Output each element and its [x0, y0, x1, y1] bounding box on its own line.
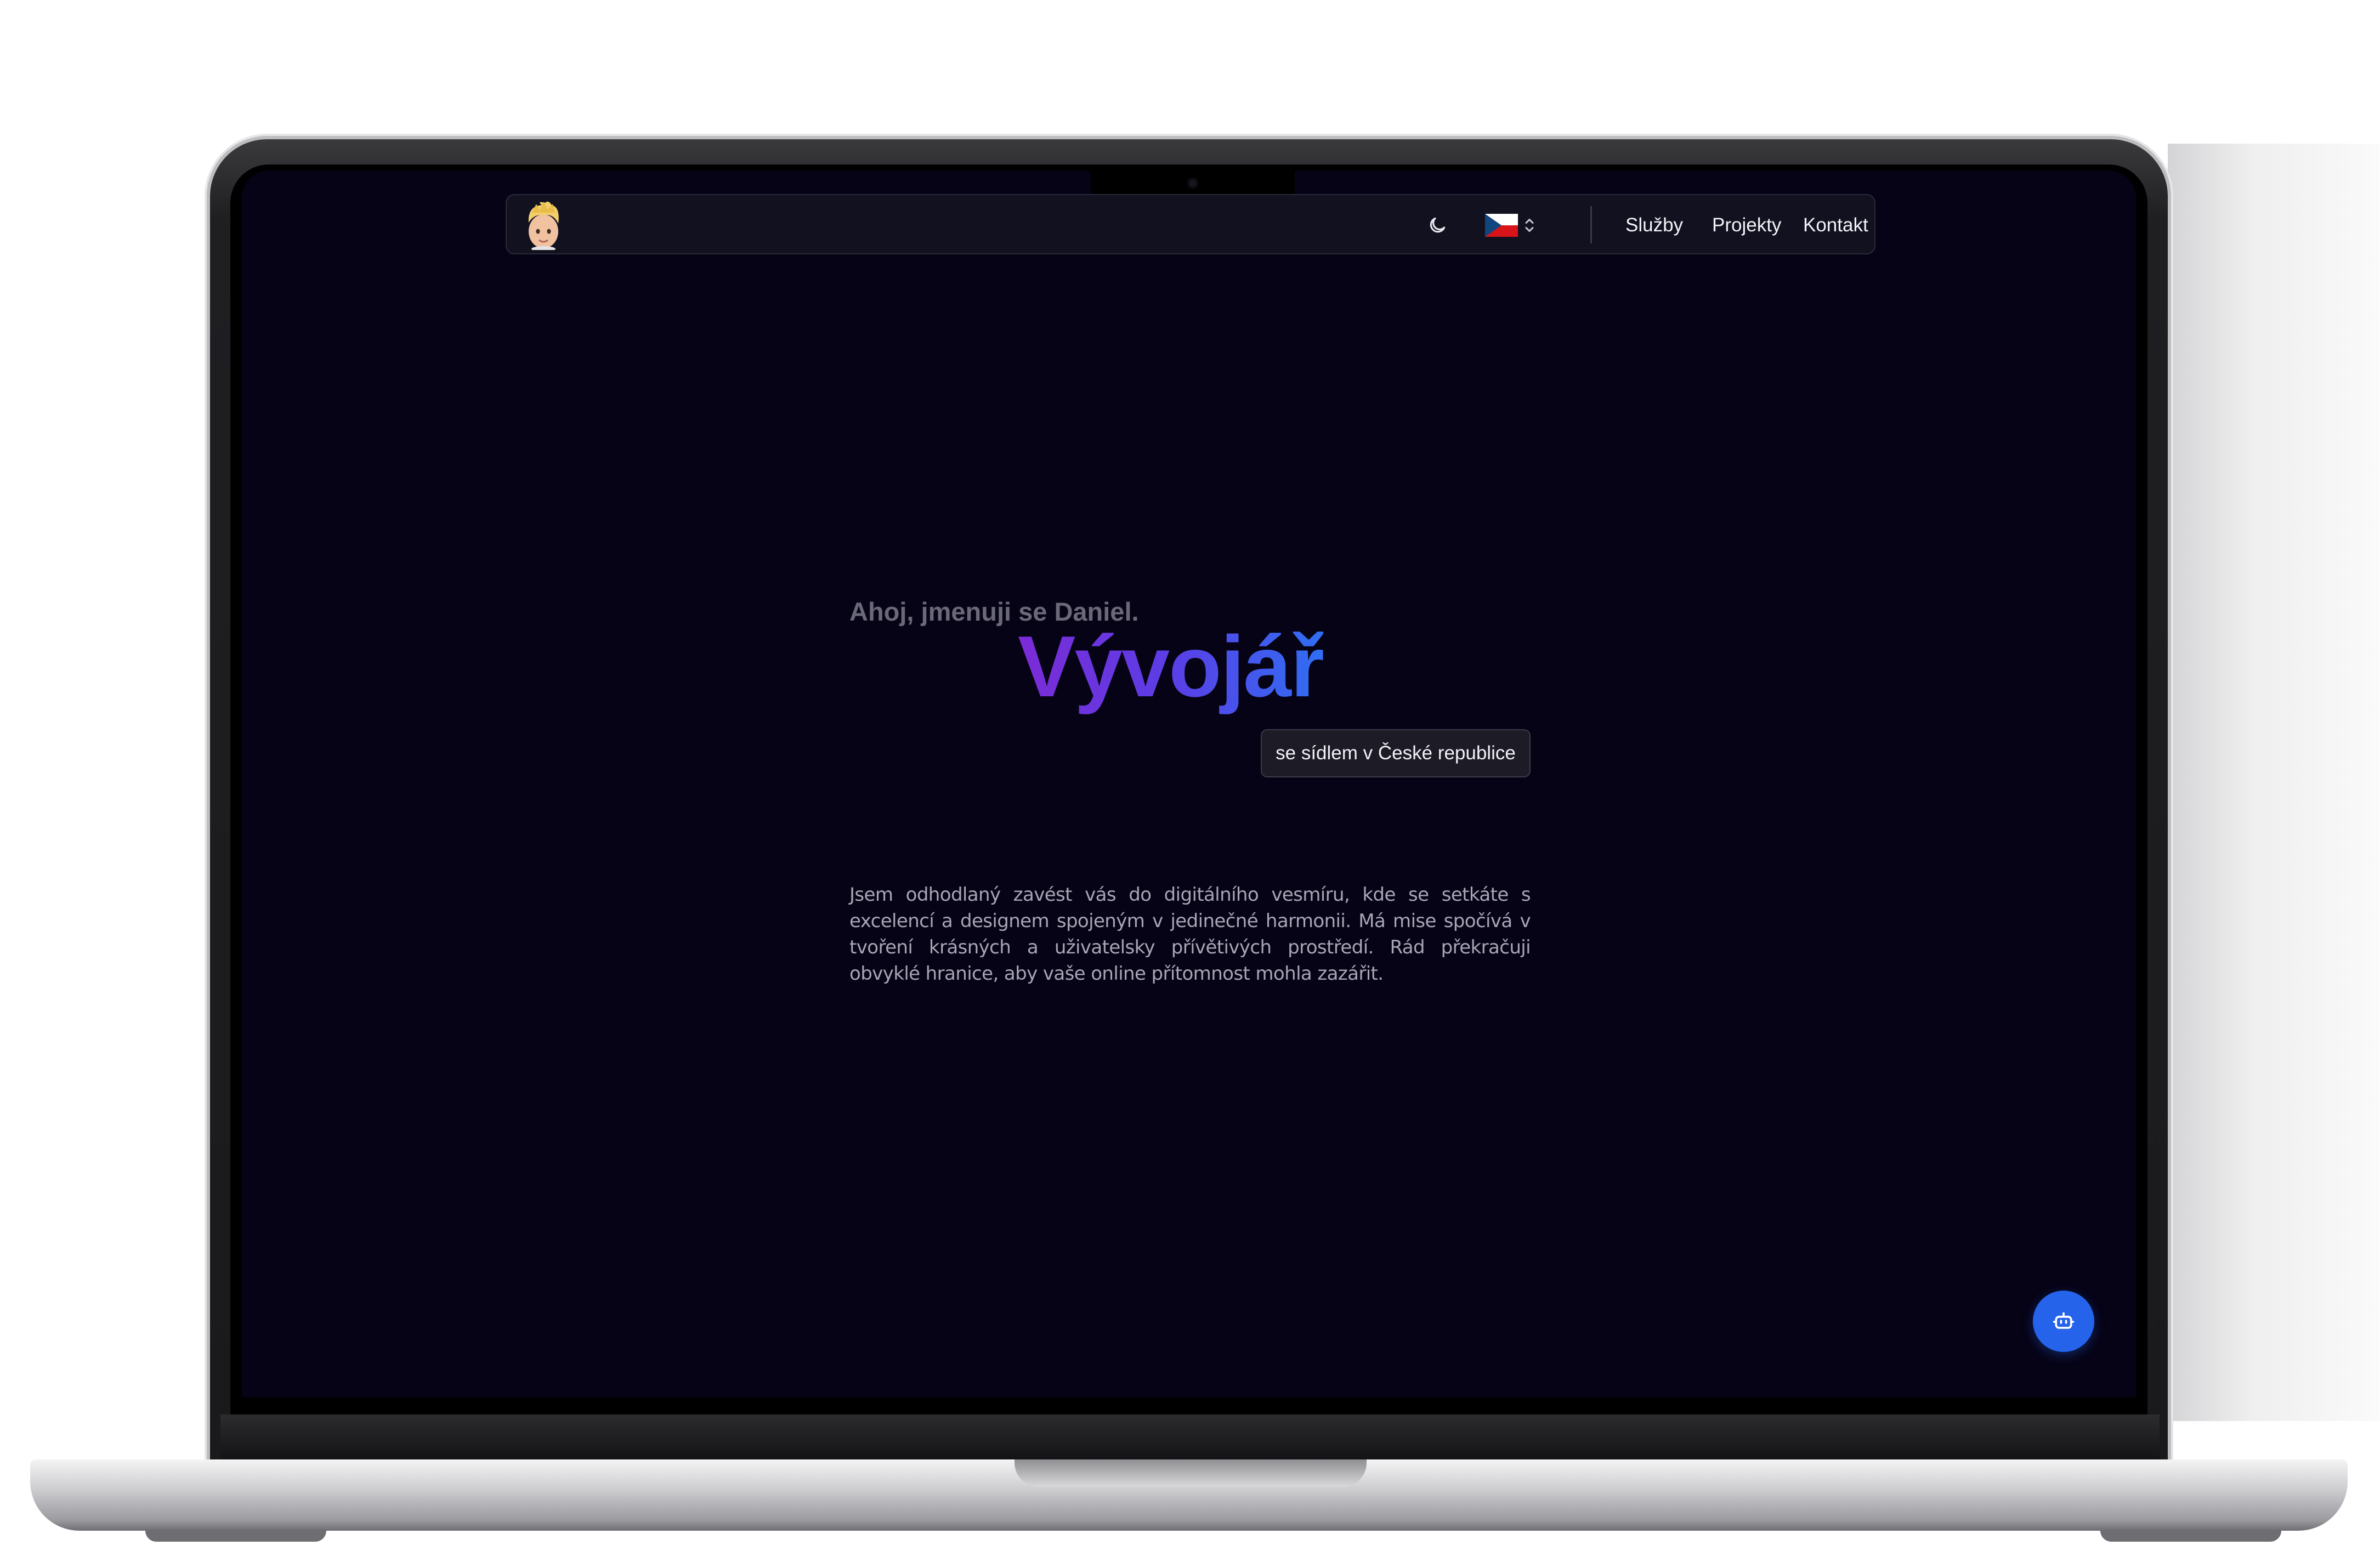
- avatar[interactable]: [520, 201, 567, 252]
- nav-link-services[interactable]: Služby: [1625, 211, 1683, 240]
- laptop-screen: Služby Projekty Kontakt Ahoj, jmenuji se…: [242, 171, 2136, 1397]
- hero-headline: Vývojář: [1018, 618, 1324, 715]
- laptop-hinge: [220, 1414, 2160, 1464]
- chatbot-button[interactable]: [2033, 1291, 2094, 1352]
- top-navbar: Služby Projekty Kontakt: [506, 194, 1875, 254]
- bot-icon: [2053, 1312, 2075, 1329]
- laptop-foot-right: [2100, 1530, 2281, 1542]
- language-select[interactable]: [1485, 212, 1537, 239]
- laptop-opening-notch: [1015, 1459, 1367, 1487]
- camera-icon: [1187, 178, 1198, 189]
- nav-link-projects[interactable]: Projekty: [1712, 211, 1781, 240]
- theme-toggle-button[interactable]: [1423, 211, 1452, 240]
- czech-flag-icon: [1485, 214, 1518, 237]
- location-badge: se sídlem v České republice: [1261, 729, 1531, 777]
- laptop-foot-left: [145, 1530, 326, 1542]
- nav-divider: [1590, 206, 1592, 243]
- moon-icon: [1430, 217, 1446, 233]
- chevron-up-down-icon: [1525, 219, 1534, 232]
- laptop-lid-edge: [2168, 144, 2379, 1421]
- nav-link-contact[interactable]: Kontakt: [1803, 211, 1868, 240]
- hero-intro-text: Jsem odhodlaný zavést vás do digitálního…: [849, 884, 1531, 985]
